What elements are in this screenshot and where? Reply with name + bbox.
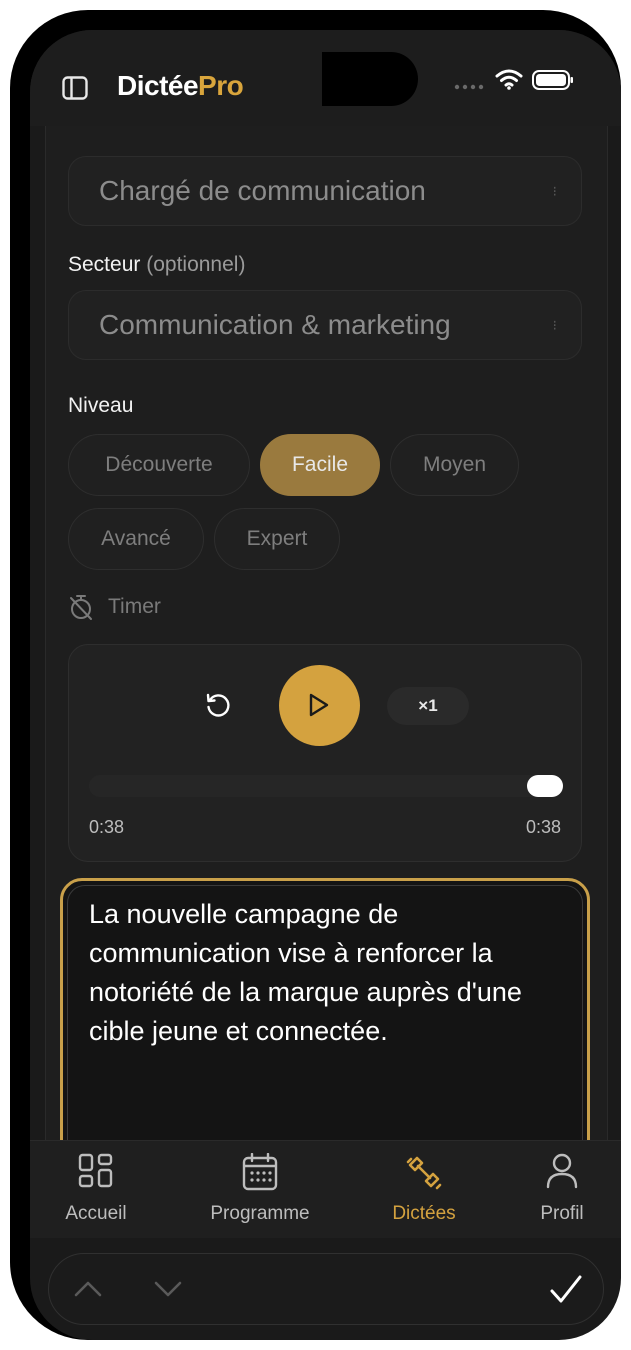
tab-label: Accueil — [65, 1203, 127, 1224]
current-time: 0:38 — [89, 817, 125, 837]
sidebar-toggle-icon[interactable] — [62, 76, 88, 100]
dictation-setup-content: Chargé de communication ⁝ Secteur (optio… — [30, 126, 621, 1179]
answer-text: La nouvelle campagne de communication vi… — [89, 899, 522, 1046]
sector-select[interactable]: Communication & marketing ⁝ — [68, 290, 582, 360]
timer-off-icon — [70, 595, 92, 620]
tab-accueil[interactable]: Accueil — [30, 1141, 171, 1238]
bottom-tab-bar: Accueil Programme Dictées Profil — [30, 1140, 621, 1238]
timer-label: Timer — [108, 595, 161, 618]
tab-label: Programme — [210, 1203, 310, 1224]
speed-button[interactable]: ×1 — [387, 687, 469, 725]
user-icon — [546, 1153, 578, 1189]
signal-icon — [454, 84, 484, 90]
brand-logo: DictéePro — [117, 70, 244, 102]
brand-part1: Dictée — [117, 70, 199, 101]
screen: DictéePro Chargé de communication ⁝ Sect… — [30, 30, 621, 1340]
tab-label: Dictées — [392, 1203, 456, 1224]
level-chip-expert[interactable]: Expert — [214, 508, 340, 570]
level-chip-facile[interactable]: Facile — [260, 434, 380, 496]
top-bar: DictéePro — [30, 30, 621, 126]
chevron-icon: ⁝ — [552, 317, 557, 333]
phone-frame: DictéePro Chargé de communication ⁝ Sect… — [10, 10, 621, 1340]
checkmark-icon[interactable] — [549, 1274, 583, 1306]
job-select-value: Chargé de communication — [99, 175, 426, 206]
answer-textarea[interactable]: La nouvelle campagne de communication vi… — [60, 878, 590, 1179]
progress-thumb[interactable] — [527, 775, 563, 797]
dumbbell-icon — [406, 1156, 442, 1190]
level-label: Niveau — [68, 394, 134, 417]
wifi-icon — [495, 69, 523, 90]
level-chip-decouverte[interactable]: Découverte — [68, 434, 250, 496]
replay-icon[interactable] — [203, 691, 233, 721]
tab-programme[interactable]: Programme — [185, 1141, 335, 1238]
chevron-icon: ⁝ — [552, 183, 557, 199]
keyboard-toolbar — [48, 1253, 604, 1325]
sector-optional-text: (optionnel) — [146, 253, 246, 276]
progress-fill — [89, 775, 545, 797]
job-select[interactable]: Chargé de communication ⁝ — [68, 156, 582, 226]
chevron-up-icon[interactable] — [73, 1278, 103, 1300]
sector-label-text: Secteur — [68, 253, 141, 276]
sector-label: Secteur (optionnel) — [68, 253, 245, 277]
calendar-icon — [242, 1153, 278, 1191]
tab-label: Profil — [540, 1203, 584, 1224]
sector-select-value: Communication & marketing — [99, 309, 451, 340]
play-button[interactable] — [279, 665, 360, 746]
progress-slider[interactable] — [89, 775, 563, 797]
level-chip-moyen[interactable]: Moyen — [390, 434, 519, 496]
chevron-down-icon[interactable] — [153, 1278, 183, 1300]
audio-player: ×1 0:38 0:38 — [68, 644, 582, 862]
tab-profil[interactable]: Profil — [487, 1141, 621, 1238]
brand-part2: Pro — [198, 70, 244, 101]
tab-dictees[interactable]: Dictées — [349, 1141, 499, 1238]
dynamic-island — [322, 52, 418, 106]
level-chip-avance[interactable]: Avancé — [68, 508, 204, 570]
play-icon — [309, 693, 329, 717]
battery-icon — [532, 70, 573, 90]
total-time: 0:38 — [525, 817, 561, 837]
grid-icon — [78, 1153, 113, 1188]
